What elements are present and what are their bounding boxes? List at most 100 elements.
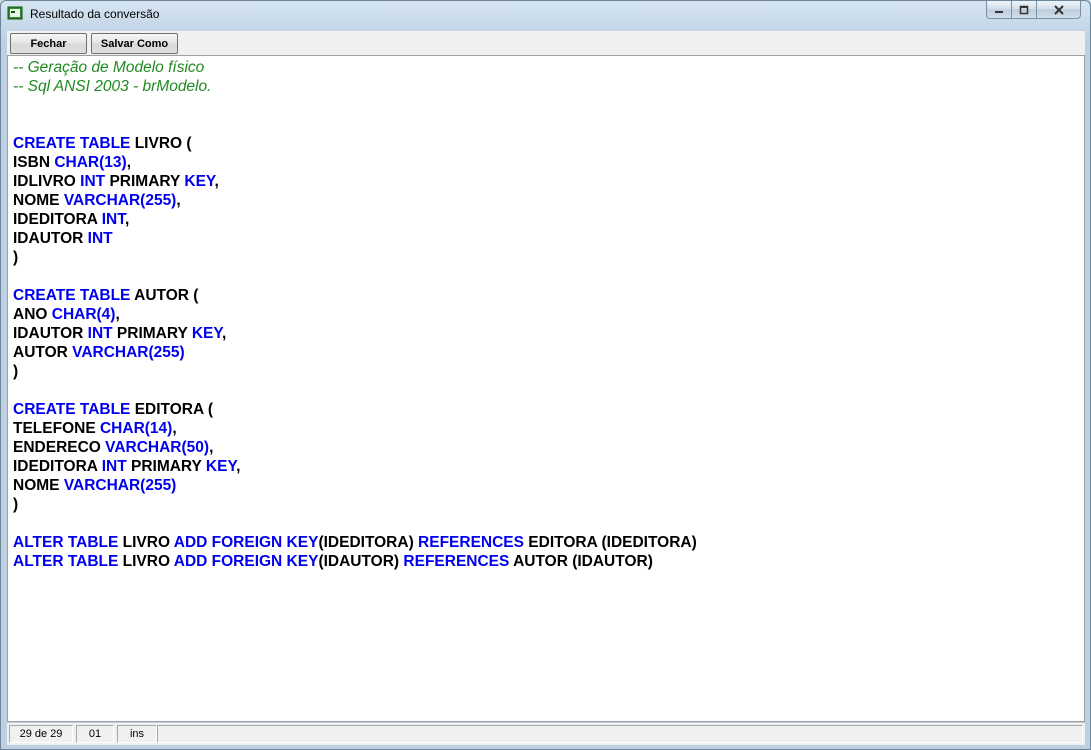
maximize-icon [1019,5,1029,14]
maximize-button[interactable] [1011,1,1037,19]
sql-keyword: ALTER TABLE [13,534,119,551]
sql-text: , [126,154,131,171]
sql-text: EDITORA (IDEDITORA) [523,534,697,551]
sql-text: ) [13,363,19,380]
sql-keyword: KEY [184,173,215,190]
code-line: ) [13,362,697,381]
close-window-button[interactable] [1036,1,1081,19]
sql-keyword: INT [101,211,125,228]
sql-text: IDAUTOR [13,325,88,342]
sql-keyword: KEY [191,325,222,342]
sql-editor[interactable]: -- Geração de Modelo físico -- Sql ANSI 2… [7,55,1085,722]
sql-keyword: INT [101,458,127,475]
code-line: ) [13,248,697,267]
sql-keyword: ALTER TABLE [13,553,119,570]
sql-text: TELEFONE [13,420,100,437]
code-line: CREATE TABLE LIVRO ( [13,134,697,153]
code-line: IDLIVRO INT PRIMARY KEY, [13,172,697,191]
save-as-button[interactable]: Salvar Como [91,33,178,54]
sql-text: LIVRO [118,553,174,570]
status-spacer [157,725,1083,743]
code-line: ALTER TABLE LIVRO ADD FOREIGN KEY(IDEDIT… [13,533,697,552]
sql-keyword: ADD FOREIGN KEY [173,553,319,570]
code-line: -- Geração de Modelo físico [13,58,697,77]
close-icon [1053,4,1064,15]
sql-keyword: VARCHAR(255) [63,477,177,494]
code-line: ISBN CHAR(13), [13,153,697,172]
sql-keyword: VARCHAR(255) [63,192,177,209]
sql-text: ANO [13,306,52,323]
app-icon [7,6,23,20]
code-line: CREATE TABLE AUTOR ( [13,286,697,305]
sql-keyword: INT [87,230,113,247]
sql-text: ) [13,249,19,266]
sql-text: NOME [13,477,64,494]
code-line: IDAUTOR INT PRIMARY KEY, [13,324,697,343]
minimize-button[interactable] [986,1,1012,19]
line-position: 29 de 29 [9,725,73,743]
sql-keyword: CREATE TABLE [13,401,131,418]
sql-code: -- Geração de Modelo físico -- Sql ANSI 2… [13,58,697,571]
code-line: AUTOR VARCHAR(255) [13,343,697,362]
sql-keyword: VARCHAR(50) [105,439,210,456]
conversion-result-window: Resultado da conversão Fechar Salvar Com… [0,0,1091,750]
code-line: TELEFONE CHAR(14), [13,419,697,438]
sql-text: , [214,173,219,190]
sql-text: IDEDITORA [13,211,102,228]
sql-comment: -- Geração de Modelo físico [13,59,205,76]
title-bar[interactable]: Resultado da conversão [1,1,1090,29]
code-line: NOME VARCHAR(255), [13,191,697,210]
sql-text: PRIMARY [105,173,185,190]
sql-text: , [172,420,177,437]
code-line: IDAUTOR INT [13,229,697,248]
sql-keyword: CREATE TABLE [13,135,131,152]
sql-text: LIVRO [118,534,174,551]
sql-text: IDEDITORA [13,458,102,475]
sql-keyword: KEY [205,458,237,475]
close-button[interactable]: Fechar [10,33,87,54]
code-line: -- Sql ANSI 2003 - brModelo. [13,77,697,96]
sql-text: NOME [13,192,64,209]
code-line: ) [13,495,697,514]
sql-keyword: CHAR(13) [54,154,127,171]
code-line: IDEDITORA INT PRIMARY KEY, [13,457,697,476]
toolbar: Fechar Salvar Como [7,31,1085,55]
sql-text: , [115,306,120,323]
sql-text: ) [13,496,19,513]
sql-text: EDITORA ( [130,401,214,418]
sql-keyword: CHAR(14) [99,420,173,437]
sql-text: , [176,192,181,209]
code-line: ALTER TABLE LIVRO ADD FOREIGN KEY(IDAUTO… [13,552,697,571]
code-line: CREATE TABLE EDITORA ( [13,400,697,419]
sql-text: (IDEDITORA) [318,534,419,551]
code-line: ANO CHAR(4), [13,305,697,324]
sql-keyword: CHAR(4) [51,306,116,323]
status-bar: 29 de 29 01 ins [7,723,1085,745]
sql-text: AUTOR ( [130,287,199,304]
sql-text: , [236,458,241,475]
sql-text: , [209,439,214,456]
sql-text: (IDAUTOR) [318,553,404,570]
sql-keyword: INT [87,325,113,342]
sql-text: ISBN [13,154,55,171]
sql-text: , [124,211,130,228]
sql-comment: -- Sql ANSI 2003 - brModelo. [13,78,212,95]
sql-text: , [222,325,227,342]
sql-text: PRIMARY [126,458,206,475]
window-title: Resultado da conversão [30,7,160,21]
sql-text: IDAUTOR [13,230,88,247]
sql-text: LIVRO ( [130,135,192,152]
code-line: NOME VARCHAR(255) [13,476,697,495]
code-line: IDEDITORA INT, [13,210,697,229]
sql-keyword: REFERENCES [418,534,524,551]
sql-text: AUTOR (IDAUTOR) [509,553,653,570]
insert-mode: ins [117,725,157,743]
minimize-icon [995,10,1003,13]
code-line: ENDERECO VARCHAR(50), [13,438,697,457]
sql-keyword: CREATE TABLE [13,287,131,304]
